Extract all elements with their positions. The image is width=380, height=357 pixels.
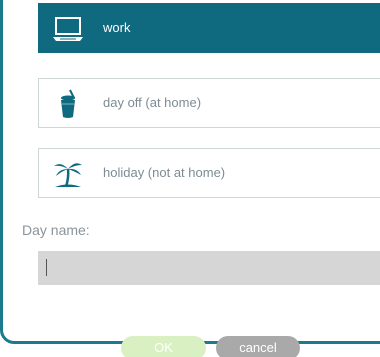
option-holiday-label: holiday (not at home) bbox=[103, 165, 226, 180]
drink-cup-icon bbox=[51, 87, 85, 121]
palm-tree-icon bbox=[51, 157, 85, 191]
day-name-label: Day name: bbox=[22, 222, 90, 238]
day-type-dialog: work day off (at home) holiday (not at h… bbox=[0, 0, 380, 357]
ok-button[interactable]: OK bbox=[121, 336, 206, 357]
day-name-input[interactable] bbox=[38, 251, 380, 285]
option-work-label: work bbox=[103, 20, 131, 35]
cancel-button[interactable]: cancel bbox=[216, 336, 300, 357]
option-day-off-label: day off (at home) bbox=[103, 95, 202, 110]
laptop-icon bbox=[51, 12, 85, 46]
option-work[interactable]: work bbox=[38, 3, 380, 53]
option-holiday[interactable]: holiday (not at home) bbox=[38, 148, 380, 198]
option-day-off[interactable]: day off (at home) bbox=[38, 78, 380, 128]
text-caret bbox=[46, 259, 47, 276]
